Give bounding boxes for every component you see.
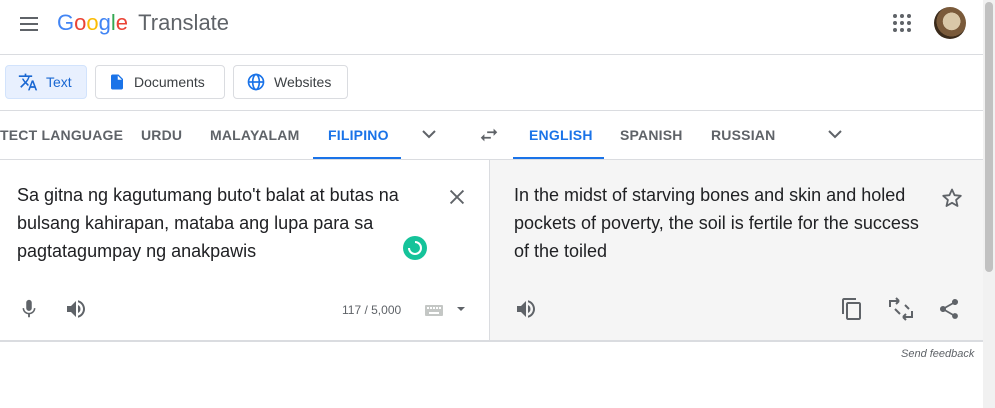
target-lang-russian[interactable]: RUSSIAN	[711, 111, 775, 159]
target-lang-english[interactable]: ENGLISH	[529, 111, 593, 159]
clear-source-text-icon[interactable]	[446, 186, 468, 208]
grammarly-status-icon[interactable]	[403, 236, 427, 260]
translate-icon	[18, 73, 38, 91]
websites-mode-button[interactable]: Websites	[233, 65, 348, 99]
share-icon[interactable]	[937, 297, 961, 321]
target-more-languages-chevron-icon[interactable]	[826, 127, 844, 141]
account-avatar[interactable]	[934, 7, 966, 39]
target-lang-spanish[interactable]: SPANISH	[620, 111, 683, 159]
logo-letter: e	[115, 10, 129, 35]
copy-translation-icon[interactable]	[840, 297, 864, 321]
character-count: 117 / 5,000	[342, 303, 402, 317]
globe-icon	[247, 73, 265, 91]
source-textarea[interactable]: Sa gitna ng kagutumang buto't balat at b…	[17, 181, 407, 265]
document-icon	[111, 74, 123, 90]
grammarly-spinner-icon	[408, 241, 422, 255]
send-feedback-link[interactable]: Send feedback	[901, 348, 974, 360]
logo-letter: o	[74, 10, 87, 35]
text-mode-label: Text	[46, 74, 72, 90]
logo-letter: g	[98, 10, 111, 35]
listen-translation-speaker-icon[interactable]	[514, 297, 538, 321]
websites-mode-label: Websites	[274, 74, 332, 90]
input-tools-dropdown-icon[interactable]	[456, 305, 466, 313]
divider	[0, 340, 983, 342]
documents-mode-button[interactable]: Documents	[95, 65, 225, 99]
product-name: Translate	[138, 10, 230, 35]
documents-mode-label: Documents	[134, 74, 205, 90]
google-translate-logo[interactable]: Google Translate	[57, 9, 229, 37]
listen-source-speaker-icon[interactable]	[64, 297, 88, 321]
swap-languages-icon[interactable]	[478, 124, 500, 146]
text-mode-button[interactable]: Text	[5, 65, 87, 99]
google-wordmark: Google	[57, 10, 134, 35]
translation-output: In the midst of starving bones and skin …	[514, 185, 919, 261]
logo-letter: G	[57, 10, 75, 35]
save-translation-star-icon[interactable]	[940, 186, 964, 210]
apps-grid-icon[interactable]	[891, 12, 913, 34]
source-lang-urdu[interactable]: URDU	[141, 111, 182, 159]
logo-letter: o	[86, 10, 99, 35]
scrollbar-thumb[interactable]	[985, 2, 993, 272]
source-lang-filipino[interactable]: FILIPINO	[328, 111, 389, 159]
rate-translation-icon[interactable]	[887, 297, 915, 321]
source-lang-detect-language[interactable]: TECT LANGUAGE	[0, 111, 123, 159]
hamburger-menu-icon[interactable]	[18, 14, 42, 34]
source-lang-malayalam[interactable]: MALAYALAM	[210, 111, 299, 159]
keyboard-icon[interactable]	[425, 305, 443, 316]
microphone-icon[interactable]	[18, 298, 40, 320]
source-more-languages-chevron-icon[interactable]	[420, 127, 438, 141]
